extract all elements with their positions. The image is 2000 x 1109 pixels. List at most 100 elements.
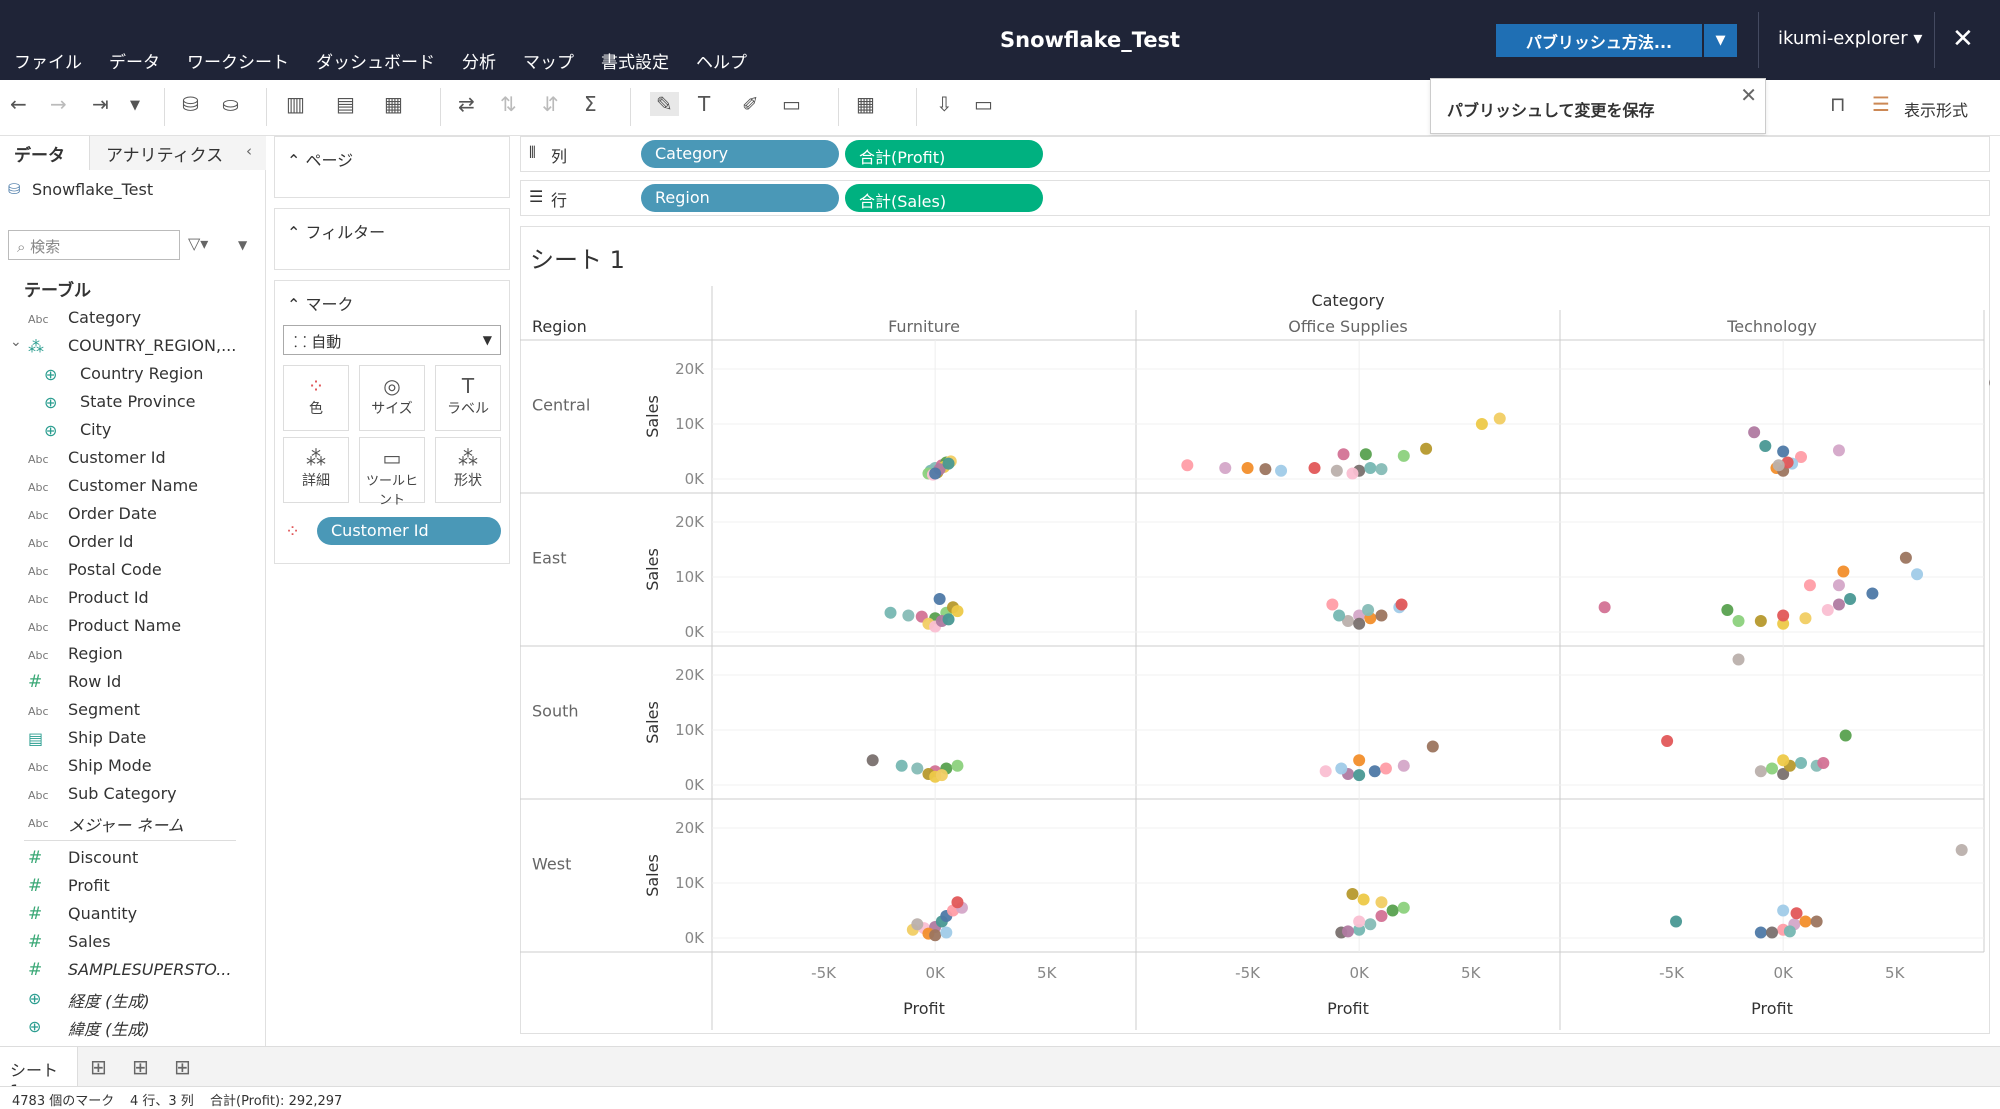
field-item[interactable]: ⊕ Country Region bbox=[0, 364, 266, 388]
field-item[interactable]: # Row Id bbox=[0, 672, 266, 696]
data-point[interactable] bbox=[1821, 604, 1834, 616]
data-point[interactable] bbox=[942, 613, 955, 626]
field-item[interactable]: Abc Ship Mode bbox=[0, 756, 266, 780]
field-item[interactable]: Abc Product Id bbox=[0, 588, 266, 612]
show-me-label[interactable]: 表示形式 bbox=[1904, 97, 1968, 121]
field-item[interactable]: # Discount bbox=[0, 848, 266, 872]
field-item[interactable]: Abc Customer Name bbox=[0, 476, 266, 500]
scatter-chart[interactable]: Category Region Furniture Office Supplies Te… bbox=[520, 280, 1990, 1030]
data-point[interactable] bbox=[1911, 568, 1924, 581]
tab-data[interactable]: データ bbox=[0, 136, 90, 170]
data-point[interactable] bbox=[1777, 754, 1790, 767]
data-point[interactable] bbox=[1359, 448, 1372, 461]
data-point[interactable] bbox=[1364, 462, 1377, 474]
data-point[interactable] bbox=[895, 759, 908, 772]
data-point[interactable] bbox=[1362, 604, 1375, 616]
publish-dropdown-icon[interactable]: ▼ bbox=[1704, 24, 1737, 57]
data-point[interactable] bbox=[1375, 463, 1388, 476]
data-point[interactable] bbox=[1799, 612, 1812, 625]
data-point[interactable] bbox=[1790, 907, 1803, 920]
label-button[interactable]: T ラベル bbox=[435, 365, 501, 431]
rows-pill-sales[interactable]: 合計(Sales) bbox=[845, 184, 1043, 212]
data-point[interactable] bbox=[1368, 765, 1381, 778]
data-point[interactable] bbox=[942, 457, 955, 470]
data-point[interactable] bbox=[1326, 598, 1339, 611]
columns-pill-profit[interactable]: 合計(Profit) bbox=[845, 140, 1043, 168]
field-item[interactable]: Abc Category bbox=[0, 308, 266, 332]
collapse-caret-icon[interactable]: ⌃ bbox=[287, 151, 300, 170]
data-point[interactable] bbox=[1832, 444, 1845, 457]
data-point[interactable] bbox=[1353, 617, 1366, 630]
field-item[interactable]: ▤ Ship Date bbox=[0, 728, 266, 752]
data-point[interactable] bbox=[1844, 593, 1857, 605]
data-point[interactable] bbox=[1732, 615, 1745, 627]
collapse-caret-icon[interactable]: ⌃ bbox=[287, 223, 300, 242]
data-point[interactable] bbox=[1989, 377, 1990, 389]
datasource-name[interactable]: Snowflake_Test bbox=[32, 180, 153, 199]
expand-caret-icon[interactable]: ⌄ bbox=[10, 334, 22, 350]
tab-analytics[interactable]: アナリティクス bbox=[90, 136, 266, 170]
data-point[interactable] bbox=[1661, 735, 1674, 747]
data-point[interactable] bbox=[1357, 893, 1370, 906]
data-point[interactable] bbox=[1817, 757, 1830, 769]
sort-desc-icon[interactable]: ⇵ bbox=[542, 92, 559, 116]
detail-button[interactable]: ⁂ 詳細 bbox=[283, 437, 349, 503]
data-point[interactable] bbox=[866, 754, 879, 767]
data-point[interactable] bbox=[951, 759, 964, 772]
data-point[interactable] bbox=[1319, 765, 1332, 778]
data-point[interactable] bbox=[1810, 915, 1823, 928]
data-point[interactable] bbox=[1598, 601, 1611, 614]
data-point[interactable] bbox=[1803, 579, 1816, 592]
field-item[interactable]: # Sales bbox=[0, 932, 266, 956]
data-point[interactable] bbox=[1777, 609, 1790, 622]
menu-item[interactable]: 分析 bbox=[462, 48, 496, 73]
data-point[interactable] bbox=[1241, 462, 1254, 474]
data-point[interactable] bbox=[1955, 844, 1968, 856]
fit-icon[interactable]: ▭ bbox=[782, 92, 801, 116]
data-point[interactable] bbox=[933, 593, 946, 605]
field-item[interactable]: Abc メジャー ネーム bbox=[0, 812, 266, 836]
data-point[interactable] bbox=[1335, 762, 1348, 775]
field-item[interactable]: ⊕ City bbox=[0, 420, 266, 444]
data-point[interactable] bbox=[1330, 464, 1343, 477]
data-point[interactable] bbox=[1799, 915, 1812, 928]
rows-pill-region[interactable]: Region bbox=[641, 184, 839, 212]
field-item[interactable]: Abc Customer Id bbox=[0, 448, 266, 472]
forward-icon[interactable]: → bbox=[50, 92, 67, 116]
data-point[interactable] bbox=[1379, 762, 1392, 775]
data-point[interactable] bbox=[1839, 729, 1852, 742]
data-point[interactable] bbox=[1732, 653, 1745, 666]
data-point[interactable] bbox=[1386, 904, 1399, 917]
tooltip-button[interactable]: ▭ ツールヒント bbox=[359, 437, 425, 508]
menu-item[interactable]: ワークシート bbox=[187, 48, 289, 73]
field-item[interactable]: Abc Postal Code bbox=[0, 560, 266, 584]
totals-icon[interactable]: Σ bbox=[584, 92, 597, 116]
data-point[interactable] bbox=[1475, 418, 1488, 430]
color-pill[interactable]: Customer Id bbox=[317, 517, 501, 545]
new-story-icon[interactable]: ⊞ bbox=[174, 1055, 191, 1079]
filter-icon[interactable]: ▽▾ bbox=[188, 234, 208, 253]
data-point[interactable] bbox=[1837, 565, 1850, 578]
data-point[interactable] bbox=[911, 762, 924, 775]
data-point[interactable] bbox=[935, 769, 948, 782]
data-point[interactable] bbox=[1426, 740, 1439, 753]
data-point[interactable] bbox=[1397, 759, 1410, 772]
collapse-caret-icon[interactable]: ⌃ bbox=[287, 295, 300, 314]
data-point[interactable] bbox=[951, 896, 964, 909]
new-datasource-icon[interactable]: ⛁ bbox=[182, 92, 199, 116]
data-point[interactable] bbox=[1333, 609, 1346, 622]
field-item[interactable]: # Profit bbox=[0, 876, 266, 900]
data-point[interactable] bbox=[1364, 918, 1377, 931]
new-sheet-icon[interactable]: ▥ bbox=[286, 92, 305, 116]
data-point[interactable] bbox=[911, 918, 924, 931]
publish-button[interactable]: パブリッシュ方法... bbox=[1496, 24, 1702, 57]
data-point[interactable] bbox=[929, 467, 942, 480]
data-point[interactable] bbox=[1832, 598, 1845, 611]
menu-item[interactable]: ヘルプ bbox=[696, 48, 747, 73]
data-point[interactable] bbox=[1766, 762, 1778, 775]
data-point[interactable] bbox=[1866, 587, 1879, 600]
chevron-down-icon[interactable]: ▼ bbox=[238, 238, 247, 252]
field-item[interactable]: Abc Product Name bbox=[0, 616, 266, 640]
collapse-icon[interactable]: ‹ bbox=[246, 142, 252, 160]
pause-updates-icon[interactable]: ⛀ bbox=[222, 92, 239, 116]
